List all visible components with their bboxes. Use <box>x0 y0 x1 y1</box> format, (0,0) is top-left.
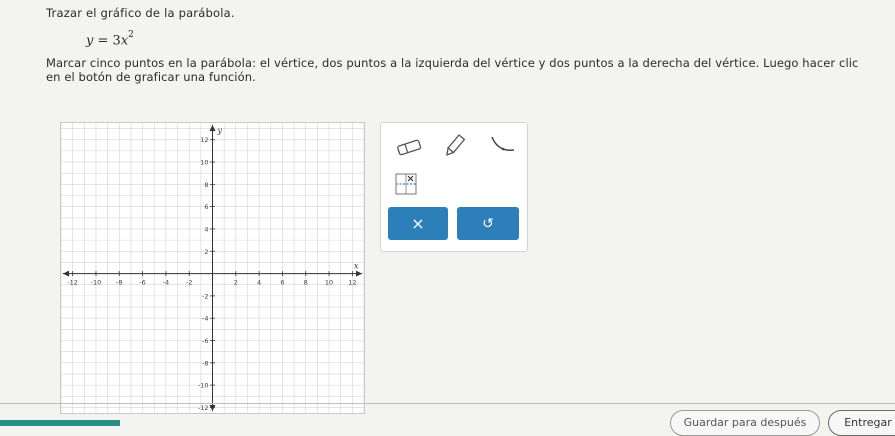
undo-icon: ↺ <box>482 215 494 232</box>
x-axis-label: x <box>354 262 359 271</box>
y-axis-arrow-down <box>209 405 216 411</box>
pencil-button[interactable] <box>437 131 473 161</box>
pencil-icon <box>446 134 466 156</box>
equation-coef: 3 <box>112 33 121 49</box>
parabola-tool-icon <box>491 136 515 151</box>
y-tick-label: -2 <box>202 292 208 300</box>
x-tick-label: -6 <box>139 279 145 287</box>
y-tick-label: 6 <box>204 203 208 211</box>
x-axis-arrow-right <box>356 270 362 277</box>
y-tick-label: -12 <box>198 404 209 412</box>
y-tick-label: -4 <box>202 315 208 323</box>
undo-button[interactable]: ↺ <box>457 207 519 240</box>
x-tick-label: 4 <box>257 279 261 287</box>
y-tick-label: -6 <box>202 337 208 345</box>
graph-panel[interactable]: x y -12 -10 -8 -6 -4 -2 2 4 6 8 10 12 12 10 8 6 4 2 -2 -4 -6 -8… <box>60 122 365 414</box>
y-tick-label: -8 <box>202 359 208 367</box>
y-tick-label: 2 <box>204 248 208 256</box>
submit-button[interactable]: Entregar <box>828 410 895 436</box>
y-tick-label: 10 <box>200 159 208 167</box>
x-tick-label: 8 <box>304 279 308 287</box>
y-axis-label: y <box>217 126 223 135</box>
equation: y = 3x2 <box>86 30 134 49</box>
x-axis-arrow-left <box>63 270 69 277</box>
x-tick-label: -10 <box>91 279 102 287</box>
x-tick-label: -8 <box>116 279 122 287</box>
equation-lhs: y <box>86 33 94 49</box>
x-tick-label: 6 <box>280 279 284 287</box>
equation-exponent: 2 <box>128 30 134 40</box>
eraser-icon <box>397 139 422 156</box>
x-tick-label: 2 <box>234 279 238 287</box>
eraser-button[interactable] <box>391 133 427 161</box>
save-later-button[interactable]: Guardar para después <box>670 410 820 436</box>
y-tick-label: 12 <box>200 136 208 144</box>
x-tick-label: 12 <box>348 279 356 287</box>
no-solution-button[interactable] <box>393 171 419 197</box>
y-tick-label: -10 <box>198 382 209 390</box>
x-tick-label: -2 <box>186 279 192 287</box>
y-tick-label: 4 <box>204 225 208 233</box>
no-solution-icon <box>395 173 417 195</box>
equation-equals: = <box>97 33 109 49</box>
instruction-text: Trazar el gráfico de la parábola. <box>46 6 235 20</box>
footer-accent-strip <box>0 420 120 426</box>
y-tick-label: 8 <box>204 181 208 189</box>
footer-divider <box>0 403 895 404</box>
x-tick-label: -4 <box>163 279 169 287</box>
graph-function-button[interactable] <box>485 131 521 161</box>
close-icon: × <box>411 214 425 233</box>
y-axis-arrow-up <box>209 125 216 131</box>
x-tick-label: -12 <box>67 279 78 287</box>
coordinate-plane[interactable]: x y -12 -10 -8 -6 -4 -2 2 4 6 8 10 12 12 10 8 6 4 2 -2 -4 -6 -8… <box>61 123 364 413</box>
delete-button[interactable]: × <box>388 207 448 240</box>
description-text: Marcar cinco puntos en la parábola: el v… <box>46 56 859 84</box>
x-tick-label: 10 <box>325 279 333 287</box>
